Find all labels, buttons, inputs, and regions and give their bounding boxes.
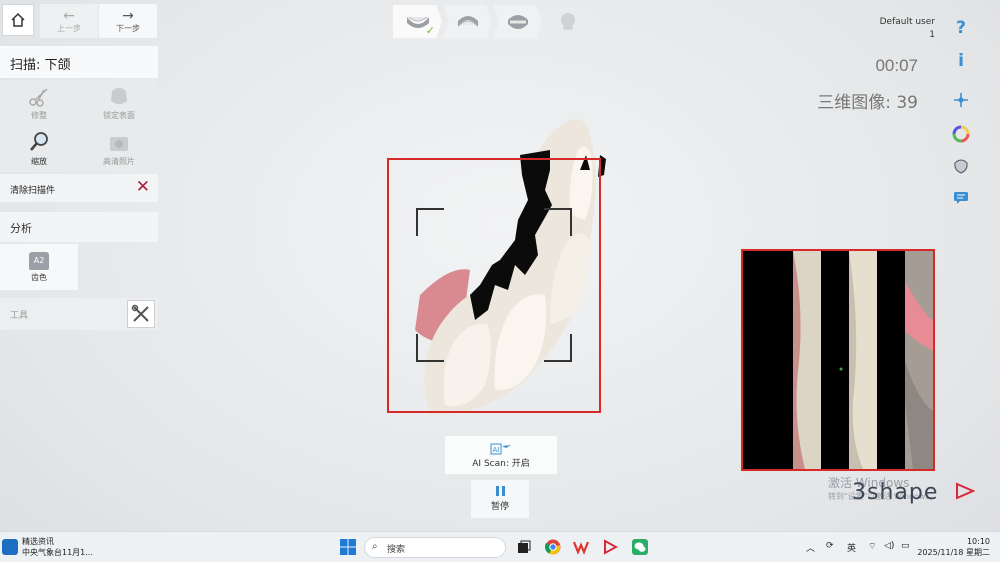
tools-section-row: 工具 <box>0 298 158 330</box>
camera-feed-image <box>743 251 933 469</box>
checkmark-icon: ✓ <box>425 24 435 37</box>
news-widget[interactable]: 精选资讯 中央气象台11月1... <box>2 536 93 558</box>
tray-expand-icon[interactable]: ︿ <box>806 541 815 554</box>
lock-surface-icon <box>111 88 127 104</box>
zoom-tool-button[interactable]: 缩放 <box>0 126 78 170</box>
tools-button[interactable] <box>127 300 155 328</box>
tooth-view-icon[interactable] <box>946 153 976 179</box>
panel-title: 扫描: 下颌 <box>0 46 158 78</box>
wps-icon[interactable] <box>571 537 591 557</box>
volume-icon[interactable]: ◁) <box>884 541 894 551</box>
review-icon <box>560 12 575 29</box>
comment-icon[interactable] <box>946 185 976 211</box>
clear-scan-label: 清除扫描件 <box>10 186 56 196</box>
live-camera-view <box>741 249 935 471</box>
hd-photo-tool-label: 高清照片 <box>103 157 135 166</box>
input-language[interactable]: 英 <box>847 541 856 554</box>
home-button[interactable] <box>2 4 34 36</box>
clear-scan-row[interactable]: 清除扫描件 ✕ <box>0 174 158 202</box>
step-lower-jaw[interactable]: ✓ <box>393 5 442 38</box>
news-icon <box>2 539 18 555</box>
magnifier-icon <box>30 132 48 151</box>
tooth-shade-button[interactable]: A2 齿色 <box>0 244 78 290</box>
tooth-shade-label: 齿色 <box>31 272 47 282</box>
3shape-app-icon[interactable] <box>600 537 620 557</box>
windows-start-icon[interactable] <box>338 537 358 557</box>
logo-text: 3shape <box>852 480 939 505</box>
brand-logo: 3shape <box>852 480 938 505</box>
ai-scan-toggle[interactable]: AI AI Scan: 开启 <box>445 436 557 474</box>
shade-badge-icon: A2 <box>29 251 49 270</box>
focus-corner <box>416 334 444 362</box>
ai-scan-label: AI Scan: 开启 <box>472 458 530 469</box>
previous-step-button[interactable]: ← 上一步 <box>40 4 98 38</box>
step-bite[interactable] <box>493 5 542 38</box>
sync-icon[interactable]: ⟳ <box>826 541 834 551</box>
arrow-left-icon: ← <box>63 7 75 24</box>
task-view-icon[interactable] <box>514 537 534 557</box>
clock-time: 10:10 <box>966 537 990 546</box>
user-info[interactable]: Default user 1 <box>880 16 935 42</box>
step-upper-jaw[interactable] <box>443 5 492 38</box>
tools-label: 工具 <box>10 311 29 321</box>
user-name: Default user <box>879 17 935 27</box>
wechat-icon[interactable] <box>630 537 650 557</box>
taskbar: 精选资讯 中央气象台11月1... ⌕ 搜索 ︿ ⟳ 英 ⌔ ◁) ▭ 10:1… <box>0 531 1000 562</box>
focus-corner <box>544 334 572 362</box>
clock-date: 2025/11/18 星期二 <box>917 548 990 557</box>
lock-surface-tool-label: 锁定表面 <box>103 111 135 120</box>
news-title: 精选资讯 <box>22 537 54 546</box>
system-clock[interactable]: 10:10 2025/11/18 星期二 <box>917 536 990 558</box>
home-icon <box>11 12 25 27</box>
hd-photo-tool-button[interactable]: 高清照片 <box>80 126 158 170</box>
news-subtitle: 中央气象台11月1... <box>22 548 93 557</box>
lock-surface-tool-button[interactable]: 锁定表面 <box>80 80 158 124</box>
search-icon: ⌕ <box>372 541 378 552</box>
scan-tools-grid: 修整 锁定表面 缩放 高清照片 <box>0 80 158 172</box>
color-icon[interactable] <box>946 121 976 147</box>
scissors-icon <box>29 88 48 107</box>
bite-icon <box>507 14 528 29</box>
scan-focus-frame <box>387 158 601 413</box>
previous-step-label: 上一步 <box>57 23 81 33</box>
scan-timer: 00:07 <box>875 56 918 75</box>
pause-label: 暂停 <box>490 502 509 512</box>
wrench-screwdriver-icon <box>131 304 149 322</box>
analysis-section-header: 分析 <box>0 212 158 242</box>
wifi-icon[interactable]: ⌔ <box>868 541 876 552</box>
chrome-icon[interactable] <box>543 537 563 557</box>
workflow-steps: ✓ <box>393 5 593 38</box>
move-view-icon[interactable] <box>946 87 976 113</box>
next-step-button[interactable]: → 下一步 <box>99 4 157 38</box>
trim-tool-button[interactable]: 修整 <box>0 80 78 124</box>
next-step-label: 下一步 <box>116 23 140 33</box>
arrow-right-icon: → <box>122 7 134 24</box>
search-placeholder: 搜索 <box>387 545 406 555</box>
zoom-tool-label: 缩放 <box>31 157 47 166</box>
step-review[interactable] <box>543 5 592 38</box>
focus-corner <box>544 208 572 236</box>
upper-jaw-icon <box>457 15 478 27</box>
taskbar-search-input[interactable]: ⌕ 搜索 <box>364 537 506 558</box>
info-icon[interactable]: i <box>946 48 976 74</box>
logo-triangle-icon <box>956 482 975 500</box>
battery-icon[interactable]: ▭ <box>901 541 910 551</box>
ai-scan-icon: AI <box>490 443 511 454</box>
pause-button[interactable]: 暂停 <box>471 480 529 518</box>
help-icon[interactable]: ? <box>946 15 976 41</box>
trim-tool-label: 修整 <box>31 111 47 120</box>
image-count: 三维图像: 39 <box>817 93 918 113</box>
hd-photo-icon <box>110 137 128 151</box>
close-icon[interactable]: ✕ <box>136 178 150 196</box>
svg-text:AI: AI <box>493 446 500 454</box>
focus-corner <box>416 208 444 236</box>
user-id: 1 <box>929 30 935 40</box>
pause-icon <box>495 486 505 496</box>
